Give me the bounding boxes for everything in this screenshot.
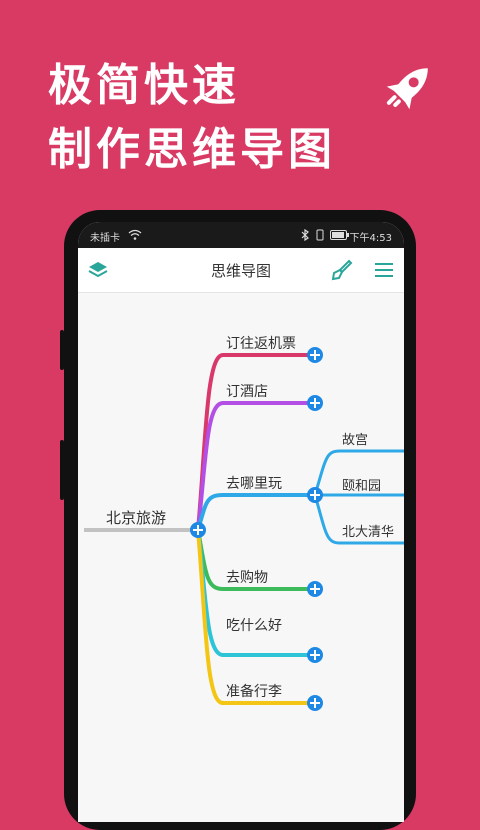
carrier-text: 未插卡 [90, 233, 120, 244]
status-bar: 未插卡 下午4:53 [78, 222, 404, 248]
add-node-icon [190, 522, 206, 538]
branch-node-1[interactable]: 订往返机票 [226, 333, 296, 353]
branch-node-4[interactable]: 去购物 [226, 567, 268, 587]
mindmap-lines [84, 347, 404, 711]
add-node-icon [307, 695, 323, 711]
branch-node-2[interactable]: 订酒店 [226, 381, 268, 401]
add-node-icon [307, 647, 323, 663]
mindmap-canvas[interactable]: 北京旅游 订往返机票 订酒店 去哪里玩 去购物 吃什么好 准备行李 故宫 颐和园… [78, 293, 404, 822]
sub-node-2[interactable]: 颐和园 [342, 475, 381, 494]
wifi-icon [128, 229, 142, 240]
branch-node-6[interactable]: 准备行李 [226, 681, 282, 701]
app-screen: 未插卡 下午4:53 思维导图 北京旅游 订往返机票 订酒店 去哪里玩 去购物 … [78, 222, 404, 822]
add-node-icon [307, 395, 323, 411]
branch-line-2 [196, 401, 315, 531]
branch-line-3 [196, 493, 315, 531]
branch-node-3[interactable]: 去哪里玩 [226, 473, 282, 493]
sub-node-1[interactable]: 故宫 [342, 429, 368, 448]
vibrate-icon [316, 229, 324, 241]
branch-node-5[interactable]: 吃什么好 [226, 615, 282, 635]
rocket-icon [386, 68, 428, 110]
root-node[interactable]: 北京旅游 [106, 507, 166, 528]
branch-line-5 [196, 529, 315, 657]
sub-node-3[interactable]: 北大清华 [342, 521, 394, 540]
add-node-icon [307, 581, 323, 597]
brush-icon[interactable] [330, 258, 354, 282]
app-bar: 思维导图 [78, 248, 404, 293]
add-node-icon [307, 487, 323, 503]
clock-text: 下午4:53 [349, 233, 392, 244]
promo-line-2: 制作思维导图 [48, 124, 336, 175]
page-title: 思维导图 [210, 262, 271, 280]
add-node-icon [307, 347, 323, 363]
phone-volume-button [60, 330, 64, 370]
phone-side-button [60, 440, 64, 500]
bluetooth-icon [301, 229, 309, 241]
menu-icon[interactable] [372, 258, 396, 282]
battery-icon [330, 230, 349, 240]
promo-line-1: 极简快速 [48, 60, 240, 111]
